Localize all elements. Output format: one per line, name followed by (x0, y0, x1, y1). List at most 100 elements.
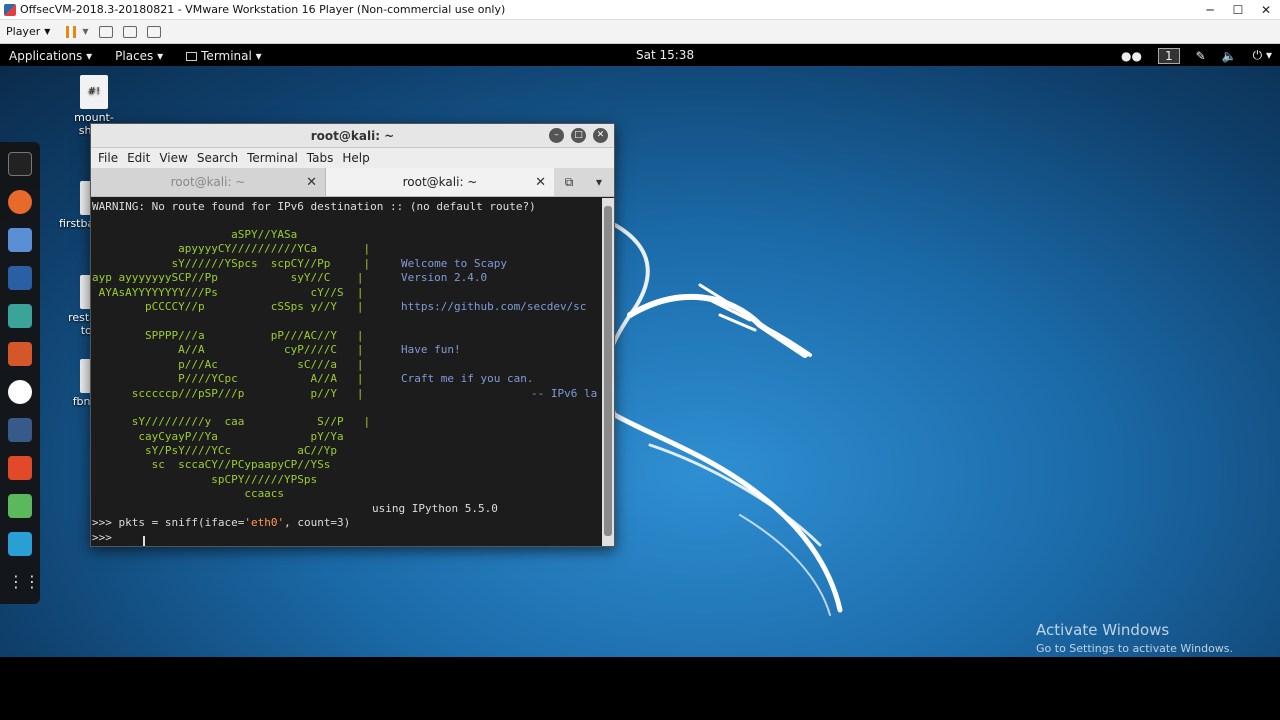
minimize-button[interactable]: – (549, 128, 564, 143)
command-string: 'eth0' (244, 516, 285, 529)
send-ctrl-alt-del-icon[interactable] (98, 25, 113, 38)
chevron-down-icon[interactable]: ▼ (44, 27, 50, 36)
beef-launcher-icon[interactable] (8, 380, 32, 404)
menu-view[interactable]: View (159, 151, 187, 165)
art-line: sY/////////y caa S//P | (92, 415, 371, 428)
art-line: P////YCpc A//A | (92, 372, 371, 385)
command-prefix: >>> pkts = sniff(iface= (92, 516, 245, 529)
watermark-subtitle: Go to Settings to activate Windows. (1036, 642, 1234, 655)
close-button[interactable]: ✕ (1252, 3, 1280, 17)
system-tray: ●● 1 ✎ 🔈 ⏻ ▾ (1113, 45, 1280, 66)
tab-inactive[interactable]: root@kali: ~ ✕ (91, 168, 326, 196)
terminal-app-menu-label: Terminal ▾ (201, 48, 262, 63)
text-cursor (143, 536, 145, 546)
gnome-topbar: Applications ▾ Places ▾ Terminal ▾ Sat 1… (0, 45, 1280, 66)
new-tab-icon[interactable]: ⧉ (554, 168, 584, 196)
terminal-output[interactable]: WARNING: No route found for IPv6 destina… (91, 198, 603, 546)
scapy-welcome: Welcome to Scapy (401, 257, 507, 270)
tab-close-icon[interactable]: ✕ (535, 168, 546, 197)
art-line: ccaacs (92, 487, 285, 500)
workspace-indicator[interactable]: 1 (1158, 47, 1180, 64)
menu-edit[interactable]: Edit (127, 151, 150, 165)
files-launcher-icon[interactable] (8, 228, 32, 252)
chevron-down-icon[interactable]: ▾ (584, 168, 614, 196)
chevron-down-icon[interactable]: ▼ (82, 27, 88, 36)
art-line: ayp ayyyyyyySCP//Pp syY//C | (92, 271, 371, 284)
vmware-toolbar: Player ▼ ▼ (0, 20, 1280, 44)
activation-watermark: Activate Windows Go to Settings to activ… (1036, 621, 1233, 655)
close-button[interactable]: ✕ (593, 128, 608, 143)
menu-search[interactable]: Search (197, 151, 238, 165)
menu-file[interactable]: File (98, 151, 118, 165)
kali-dragon-logo (603, 223, 843, 616)
places-menu[interactable]: Places ▾ (115, 49, 163, 63)
terminal-icon (186, 51, 198, 61)
player-menu-button[interactable]: Player (6, 25, 40, 38)
applications-menu[interactable]: Applications ▾ (9, 49, 92, 63)
minimize-button[interactable]: ─ (1196, 3, 1224, 17)
terminal-scrollbar[interactable] (602, 198, 614, 546)
scapy-fun: Have fun! (401, 343, 461, 356)
vmware-titlebar: OffsecVM-2018.3-20180821 - VMware Workst… (0, 0, 1280, 20)
art-line: pCCCCY//p cSSps y//Y | (92, 300, 371, 313)
menu-tabs[interactable]: Tabs (307, 151, 334, 165)
art-line: AYAsAYYYYYYYY///Ps cY//S | (92, 286, 364, 299)
wireshark-launcher-icon[interactable] (8, 532, 32, 556)
maltego-launcher-icon[interactable] (8, 418, 32, 442)
scapy-ipv6: -- IPv6 la (531, 387, 598, 400)
terminal-title: root@kali: ~ (310, 129, 395, 143)
terminal-window-buttons: – □ ✕ (549, 128, 608, 143)
tab-label: root@kali: ~ (170, 175, 246, 189)
power-icon[interactable]: ⏻ ▾ (1253, 48, 1272, 63)
volume-icon[interactable]: 🔈 (1222, 49, 1237, 63)
armitage-launcher-icon[interactable] (8, 304, 32, 328)
art-line: spCPY//////YPSps (92, 473, 318, 486)
script-file-icon: #! (80, 75, 108, 109)
vmware-window-title: OffsecVM-2018.3-20180821 - VMware Workst… (20, 3, 506, 16)
vmware-app-icon (4, 3, 16, 16)
unity-icon[interactable] (146, 25, 161, 38)
terminal-app-menu[interactable]: Terminal ▾ (186, 49, 262, 63)
metasploit-launcher-icon[interactable] (8, 266, 32, 290)
dock: ⋮⋮ (0, 142, 40, 604)
art-line: sY/PsY////YCc aC//Yp (92, 444, 338, 457)
tab-label: root@kali: ~ (402, 175, 478, 189)
scrollbar-thumb[interactable] (604, 206, 612, 536)
command-suffix: , count=3) (284, 516, 351, 529)
firefox-launcher-icon[interactable] (8, 190, 32, 214)
scapy-craft: Craft me if you can. (401, 372, 534, 385)
command-line: >>> pkts = sniff(iface='eth0', count=3) (92, 516, 350, 530)
terminal-launcher-icon[interactable] (8, 152, 32, 176)
maximize-button[interactable]: □ (571, 128, 586, 143)
tab-active[interactable]: root@kali: ~ ✕ (326, 168, 554, 196)
art-line: SPPPP///a pP///AC//Y | (92, 329, 364, 342)
burpsuite-launcher-icon[interactable] (8, 342, 32, 366)
menu-terminal[interactable]: Terminal (247, 151, 298, 165)
tab-close-icon[interactable]: ✕ (306, 168, 317, 197)
prompt-line: >>> (92, 531, 112, 544)
maximize-button[interactable]: ☐ (1224, 3, 1252, 17)
fullscreen-icon[interactable] (122, 25, 137, 38)
art-line: sY//////YSpcs scpCY//Pp | (92, 257, 377, 270)
letterbox-bottom (0, 657, 1280, 720)
pause-icon[interactable] (66, 25, 77, 38)
art-line: sc sccaCY//PCypaapyCP//YSs (92, 458, 331, 471)
faraday-launcher-icon[interactable] (8, 456, 32, 480)
art-line: aSPY//YASa (92, 228, 298, 241)
menu-help[interactable]: Help (342, 151, 369, 165)
terminal-tabbar: root@kali: ~ ✕ root@kali: ~ ✕ ⧉ ▾ (91, 168, 614, 197)
people-icon[interactable]: ●● (1121, 49, 1142, 63)
art-line: cayCyayP//Ya pY/Ya (92, 430, 344, 443)
terminal-window: root@kali: ~ – □ ✕ File Edit View Search… (90, 123, 615, 547)
terminal-titlebar[interactable]: root@kali: ~ – □ ✕ (91, 124, 614, 148)
ipython-line: using IPython 5.5.0 (372, 502, 498, 515)
art-line: A//A cyP////C | (92, 343, 371, 356)
guest-screen: Applications ▾ Places ▾ Terminal ▾ Sat 1… (0, 45, 1280, 657)
pen-icon[interactable]: ✎ (1196, 49, 1206, 63)
scapy-version: Version 2.4.0 (401, 271, 488, 284)
clock[interactable]: Sat 15:38 (636, 48, 694, 62)
notes-launcher-icon[interactable] (8, 494, 32, 518)
art-line: apyyyyCY//////////YCa | (92, 242, 371, 255)
scapy-url: https://github.com/secdev/sc (401, 300, 587, 313)
show-apps-icon[interactable]: ⋮⋮ (8, 570, 40, 594)
